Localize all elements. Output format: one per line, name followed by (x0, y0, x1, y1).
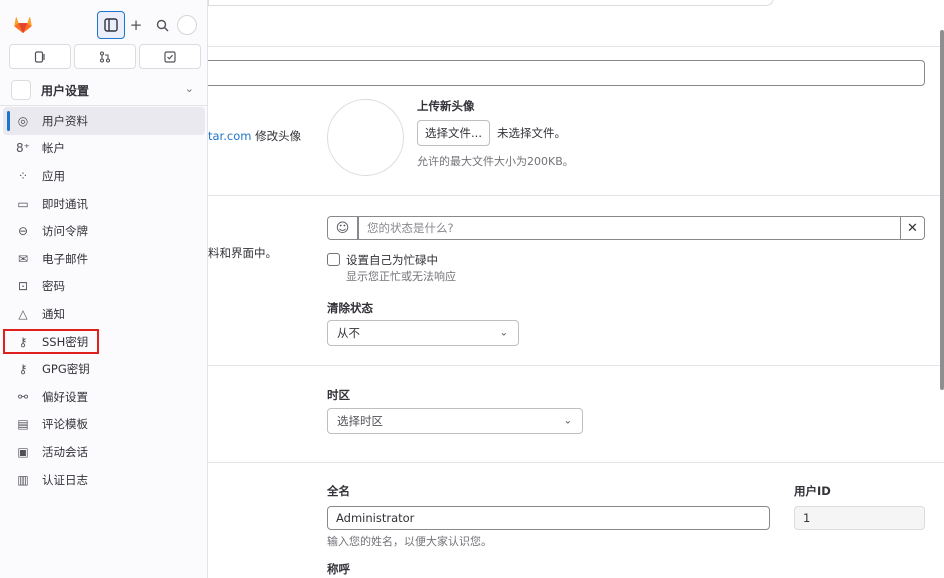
sidebar-item-label: 即时通讯 (42, 196, 88, 211)
busy-checkbox[interactable] (327, 253, 340, 266)
issues-count-button[interactable] (9, 44, 71, 69)
busy-label: 设置自己为忙碌中 (346, 253, 438, 267)
no-file-text: 未选择文件。 (497, 126, 566, 140)
chevron-down-icon: ⌄ (499, 327, 508, 339)
full-name-help: 输入您的姓名，以便大家认识您。 (327, 535, 492, 548)
divider (208, 462, 944, 463)
top-bar-edge (208, 0, 774, 6)
sidebar-item-label: 通知 (42, 306, 65, 321)
sidebar-item-label: 认证日志 (42, 472, 88, 487)
sidebar-item-label: 活动会话 (42, 444, 88, 459)
user-avatar[interactable] (177, 15, 197, 35)
sidebar-item-access-tokens[interactable]: ⊖ 访问令牌 (3, 217, 205, 245)
sidebar-item-ssh-keys[interactable]: ⚷ SSH密钥 (3, 328, 205, 356)
account-icon: 8⁺ (16, 141, 30, 156)
context-avatar (11, 80, 31, 100)
search-icon (156, 19, 168, 31)
lock-icon: ⊡ (17, 279, 29, 294)
sidebar-item-notifications[interactable]: △ 通知 (3, 300, 205, 328)
clear-status-button[interactable]: ✕ (900, 216, 925, 240)
scrollbar[interactable] (940, 30, 944, 390)
token-icon: ⊖ (17, 224, 29, 239)
comment-template-icon: ▤ (17, 417, 29, 432)
key-icon: ⚷ (18, 362, 28, 377)
sidebar-item-account[interactable]: 8⁺ 帐户 (3, 135, 205, 163)
profile-icon: ◎ (17, 113, 29, 128)
chevron-down-icon: ⌄ (563, 415, 572, 427)
todo-icon (164, 50, 176, 63)
applications-icon: ⁘ (17, 168, 29, 183)
max-size-help: 允许的最大文件大小为200KB。 (417, 155, 574, 168)
avatar-preview (327, 99, 404, 176)
user-id-label: 用户ID (794, 484, 831, 498)
divider (208, 195, 944, 196)
context-switcher[interactable]: 用户设置 ⌄ (7, 76, 206, 104)
upload-avatar-title: 上传新头像 (417, 99, 475, 113)
todos-count-button[interactable] (139, 44, 201, 69)
merge-request-icon (99, 50, 111, 63)
sidebar: + 用户设置 ⌄ ◎ 用户资料 8⁺ 帐户 ⁘ 应用 ▭ 即时通讯 ⊖ 访问令牌… (0, 0, 208, 578)
busy-help: 显示您正忙或无法响应 (346, 270, 456, 283)
clear-status-label: 清除状态 (327, 301, 373, 315)
sidebar-item-applications[interactable]: ⁘ 应用 (3, 162, 205, 190)
gitlab-logo-icon[interactable] (12, 13, 34, 35)
create-new-button[interactable]: + (122, 11, 150, 39)
sidebar-item-preferences[interactable]: ⚯ 偏好设置 (3, 383, 205, 411)
preferences-icon: ⚯ (17, 389, 29, 404)
sidebar-item-label: 密码 (42, 279, 65, 294)
gravatar-link[interactable]: tar.com (208, 129, 251, 143)
sidebar-item-label: 用户资料 (42, 113, 88, 128)
divider (208, 365, 944, 366)
sidebar-item-label: 应用 (42, 168, 65, 183)
user-id-input: 1 (794, 506, 925, 530)
status-description: 料和界面中。 (208, 246, 277, 260)
full-name-label: 全名 (327, 484, 350, 498)
sidebar-item-profile[interactable]: ◎ 用户资料 (3, 107, 205, 135)
merge-requests-count-button[interactable] (74, 44, 136, 69)
choose-file-button[interactable]: 选择文件... (417, 120, 490, 146)
key-icon: ⚷ (18, 334, 28, 349)
sidebar-toggle-button[interactable] (97, 11, 125, 39)
partial-input[interactable] (208, 60, 925, 86)
issues-icon (34, 50, 45, 63)
status-input[interactable]: 您的状态是什么? (358, 216, 901, 240)
chat-icon: ▭ (17, 196, 29, 211)
sidebar-item-label: 电子邮件 (42, 251, 88, 266)
divider (208, 46, 944, 47)
timezone-select[interactable]: 选择时区 ⌄ (327, 408, 583, 434)
timezone-label: 时区 (327, 388, 350, 402)
sidebar-item-comment-templates[interactable]: ▤ 评论模板 (3, 411, 205, 439)
sidebar-item-label: SSH密钥 (42, 334, 89, 349)
sidebar-icon (104, 18, 118, 32)
sidebar-item-auth-log[interactable]: ▥ 认证日志 (3, 466, 205, 494)
bell-icon: △ (18, 306, 28, 321)
log-icon: ▥ (17, 472, 29, 487)
sidebar-item-label: 帐户 (42, 141, 65, 156)
mail-icon: ✉ (17, 251, 29, 266)
chevron-down-icon: ⌄ (184, 82, 194, 95)
smiley-icon: ☺ (335, 220, 350, 236)
main-content: tar.com 修改头像 上传新头像 选择文件... 未选择文件。 允许的最大文… (208, 0, 944, 578)
sidebar-item-label: 评论模板 (42, 417, 88, 432)
pronouns-label: 称呼 (327, 562, 350, 576)
plus-icon: + (129, 16, 143, 34)
close-icon: ✕ (907, 220, 918, 236)
emoji-button[interactable]: ☺ (327, 216, 358, 240)
avatar-description: tar.com 修改头像 (208, 129, 302, 143)
context-title: 用户设置 (41, 83, 90, 98)
sidebar-item-password[interactable]: ⊡ 密码 (3, 273, 205, 301)
sidebar-item-emails[interactable]: ✉ 电子邮件 (3, 245, 205, 273)
sidebar-divider (0, 105, 207, 106)
search-button[interactable] (148, 11, 176, 39)
sidebar-item-label: GPG密钥 (42, 362, 90, 377)
sidebar-item-gpg-keys[interactable]: ⚷ GPG密钥 (3, 355, 205, 383)
settings-nav: ◎ 用户资料 8⁺ 帐户 ⁘ 应用 ▭ 即时通讯 ⊖ 访问令牌 ✉ 电子邮件 ⊡… (3, 107, 205, 493)
full-name-input[interactable]: Administrator (327, 506, 770, 530)
sessions-icon: ▣ (17, 444, 29, 459)
clear-status-select[interactable]: 从不 ⌄ (327, 320, 519, 346)
sidebar-item-label: 偏好设置 (42, 389, 88, 404)
sidebar-item-active-sessions[interactable]: ▣ 活动会话 (3, 438, 205, 466)
sidebar-item-label: 访问令牌 (42, 224, 88, 239)
sidebar-item-chat[interactable]: ▭ 即时通讯 (3, 190, 205, 218)
